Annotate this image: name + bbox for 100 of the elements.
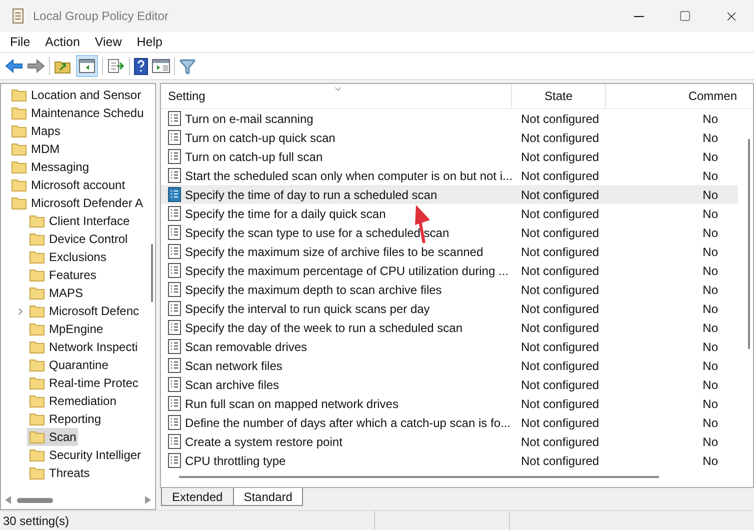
- tree-item[interactable]: Microsoft Defender A: [9, 194, 146, 212]
- table-row[interactable]: Specify the maximum depth to scan archive files Not configured No: [161, 280, 738, 299]
- folder-icon: [11, 178, 27, 192]
- folder-icon: [29, 466, 45, 480]
- tree-item[interactable]: Threats: [27, 464, 92, 482]
- setting-name: Specify the interval to run quick scans per day: [185, 300, 430, 318]
- comment-cell-text: No: [702, 396, 719, 412]
- state-cell-text: Not configured: [520, 130, 600, 146]
- menu-item[interactable]: Help: [130, 32, 168, 52]
- comment-cell-text: No: [702, 320, 719, 336]
- state-cell-text: Not configured: [520, 320, 600, 336]
- setting-name: Scan network files: [185, 358, 282, 374]
- document-icon: [168, 320, 181, 335]
- setting-name: Scan archive files: [185, 376, 280, 394]
- table-row[interactable]: Scan removable drives Not configured No: [161, 337, 738, 356]
- view-tab[interactable]: Extended: [161, 488, 234, 506]
- column-header[interactable]: State: [512, 84, 606, 108]
- state-cell-text: Not configured: [520, 434, 600, 450]
- table-row[interactable]: Specify the maximum percentage of CPU utilization during ... Not configured No: [161, 261, 738, 280]
- tree-item[interactable]: Remediation: [27, 392, 118, 410]
- tree-item[interactable]: Features: [27, 266, 98, 284]
- tree-item[interactable]: Maintenance Schedu: [9, 104, 146, 122]
- tree-item[interactable]: Scan: [27, 428, 78, 446]
- forward-arrow-icon[interactable]: [27, 59, 45, 73]
- tree-item[interactable]: Microsoft account: [9, 176, 128, 194]
- tree-item[interactable]: Network Inspecti: [27, 338, 140, 356]
- table-row[interactable]: Specify the scan type to use for a scheduled scan Not configured No: [161, 223, 738, 242]
- table-row[interactable]: Define the number of days after which a catch-up scan is fo... Not configured No: [161, 413, 738, 432]
- document-icon: [168, 396, 181, 411]
- setting-name: Specify the time for a daily quick scan: [185, 206, 386, 222]
- vertical-scrollbar-thumb[interactable]: [748, 139, 750, 349]
- panel-icon: [79, 59, 95, 73]
- table-row[interactable]: Scan archive files Not configured No: [161, 375, 738, 394]
- folder-icon: [29, 430, 45, 444]
- setting-name: Specify the maximum depth to scan archive files: [185, 282, 442, 298]
- folder-icon: [29, 448, 45, 462]
- folder-icon: [29, 232, 45, 246]
- comment-cell-text: No: [702, 282, 719, 298]
- tree-item[interactable]: Client Interface: [27, 212, 132, 230]
- table-row[interactable]: Specify the day of the week to run a scheduled scan Not configured No: [161, 318, 738, 337]
- table-row[interactable]: Specify the time of day to run a scheduled scan Not configured No: [161, 185, 738, 204]
- tree-item[interactable]: Microsoft Defenc: [27, 302, 142, 320]
- state-cell-text: Not configured: [520, 168, 600, 184]
- tree-item[interactable]: Security Intelliger: [27, 446, 144, 464]
- tree-item[interactable]: Exclusions: [27, 248, 108, 266]
- column-header[interactable]: Commen: [606, 84, 739, 108]
- folder-icon: [29, 268, 45, 282]
- comment-cell-text: No: [702, 300, 719, 318]
- folder-icon: [29, 286, 45, 300]
- state-cell-text: Not configured: [520, 244, 600, 260]
- scroll-right-icon[interactable]: [145, 496, 151, 504]
- view-tab[interactable]: Standard: [232, 488, 304, 506]
- setting-name: Specify the time of day to run a scheduled scan: [185, 186, 438, 204]
- tree-item[interactable]: MpEngine: [27, 320, 106, 338]
- window-title: Local Group Policy Editor: [33, 8, 168, 25]
- tree-item[interactable]: Location and Sensor: [9, 86, 144, 104]
- tree-item[interactable]: Reporting: [27, 410, 104, 428]
- table-row[interactable]: Create a system restore point Not configured No: [161, 432, 738, 451]
- horizontal-scrollbar-thumb[interactable]: [179, 476, 659, 478]
- tree-item[interactable]: Messaging: [9, 158, 92, 176]
- state-cell-text: Not configured: [520, 148, 600, 166]
- properties-panel-icon[interactable]: [152, 59, 170, 73]
- table-row[interactable]: Run full scan on mapped network drives Not configured No: [161, 394, 738, 413]
- tree-item[interactable]: Quarantine: [27, 356, 110, 374]
- tree-item[interactable]: Maps: [9, 122, 62, 140]
- table-row[interactable]: Turn on catch-up quick scan Not configured No: [161, 128, 738, 147]
- document-icon: [168, 149, 181, 164]
- document-icon: [168, 301, 181, 316]
- export-list-icon[interactable]: [107, 58, 125, 74]
- menu-item[interactable]: View: [88, 32, 128, 52]
- back-arrow-icon[interactable]: [5, 59, 23, 73]
- state-cell-text: Not configured: [520, 206, 600, 222]
- document-icon: [168, 244, 181, 259]
- table-row[interactable]: Specify the time for a daily quick scan Not configured No: [161, 204, 738, 223]
- table-row[interactable]: CPU throttling type Not configured No: [161, 451, 738, 470]
- menu-item[interactable]: Action: [39, 32, 86, 52]
- folder-icon: [29, 376, 45, 390]
- tree-item[interactable]: MAPS: [27, 284, 86, 302]
- table-row[interactable]: Specify the interval to run quick scans per day Not configured No: [161, 299, 738, 318]
- tree-item[interactable]: Device Control: [27, 230, 130, 248]
- comment-cell-text: No: [702, 338, 719, 356]
- setting-name: Start the scheduled scan only when computer is on but not i...: [185, 168, 513, 184]
- menu-item[interactable]: File: [4, 32, 36, 52]
- show-tree-button[interactable]: [76, 55, 98, 77]
- help-icon[interactable]: [134, 58, 148, 74]
- table-row[interactable]: Turn on e-mail scanning Not configured No: [161, 109, 738, 128]
- column-header[interactable]: Setting: [161, 84, 512, 108]
- table-row[interactable]: Scan network files Not configured No: [161, 356, 738, 375]
- comment-cell-text: No: [702, 130, 719, 146]
- folder-icon: [29, 304, 45, 318]
- table-row[interactable]: Specify the maximum size of archive files to be scanned Not configured No: [161, 242, 738, 261]
- table-row[interactable]: Turn on catch-up full scan Not configured No: [161, 147, 738, 166]
- folder-icon: [29, 412, 45, 426]
- vertical-scrollbar-thumb[interactable]: [151, 244, 153, 302]
- tree-item[interactable]: MDM: [9, 140, 62, 158]
- filter-icon[interactable]: [179, 58, 196, 74]
- document-icon: [168, 282, 181, 297]
- table-row[interactable]: Start the scheduled scan only when computer is on but not i... Not configured No: [161, 166, 738, 185]
- scroll-left-icon[interactable]: [5, 496, 11, 504]
- tree-item[interactable]: Real-time Protec: [27, 374, 140, 392]
